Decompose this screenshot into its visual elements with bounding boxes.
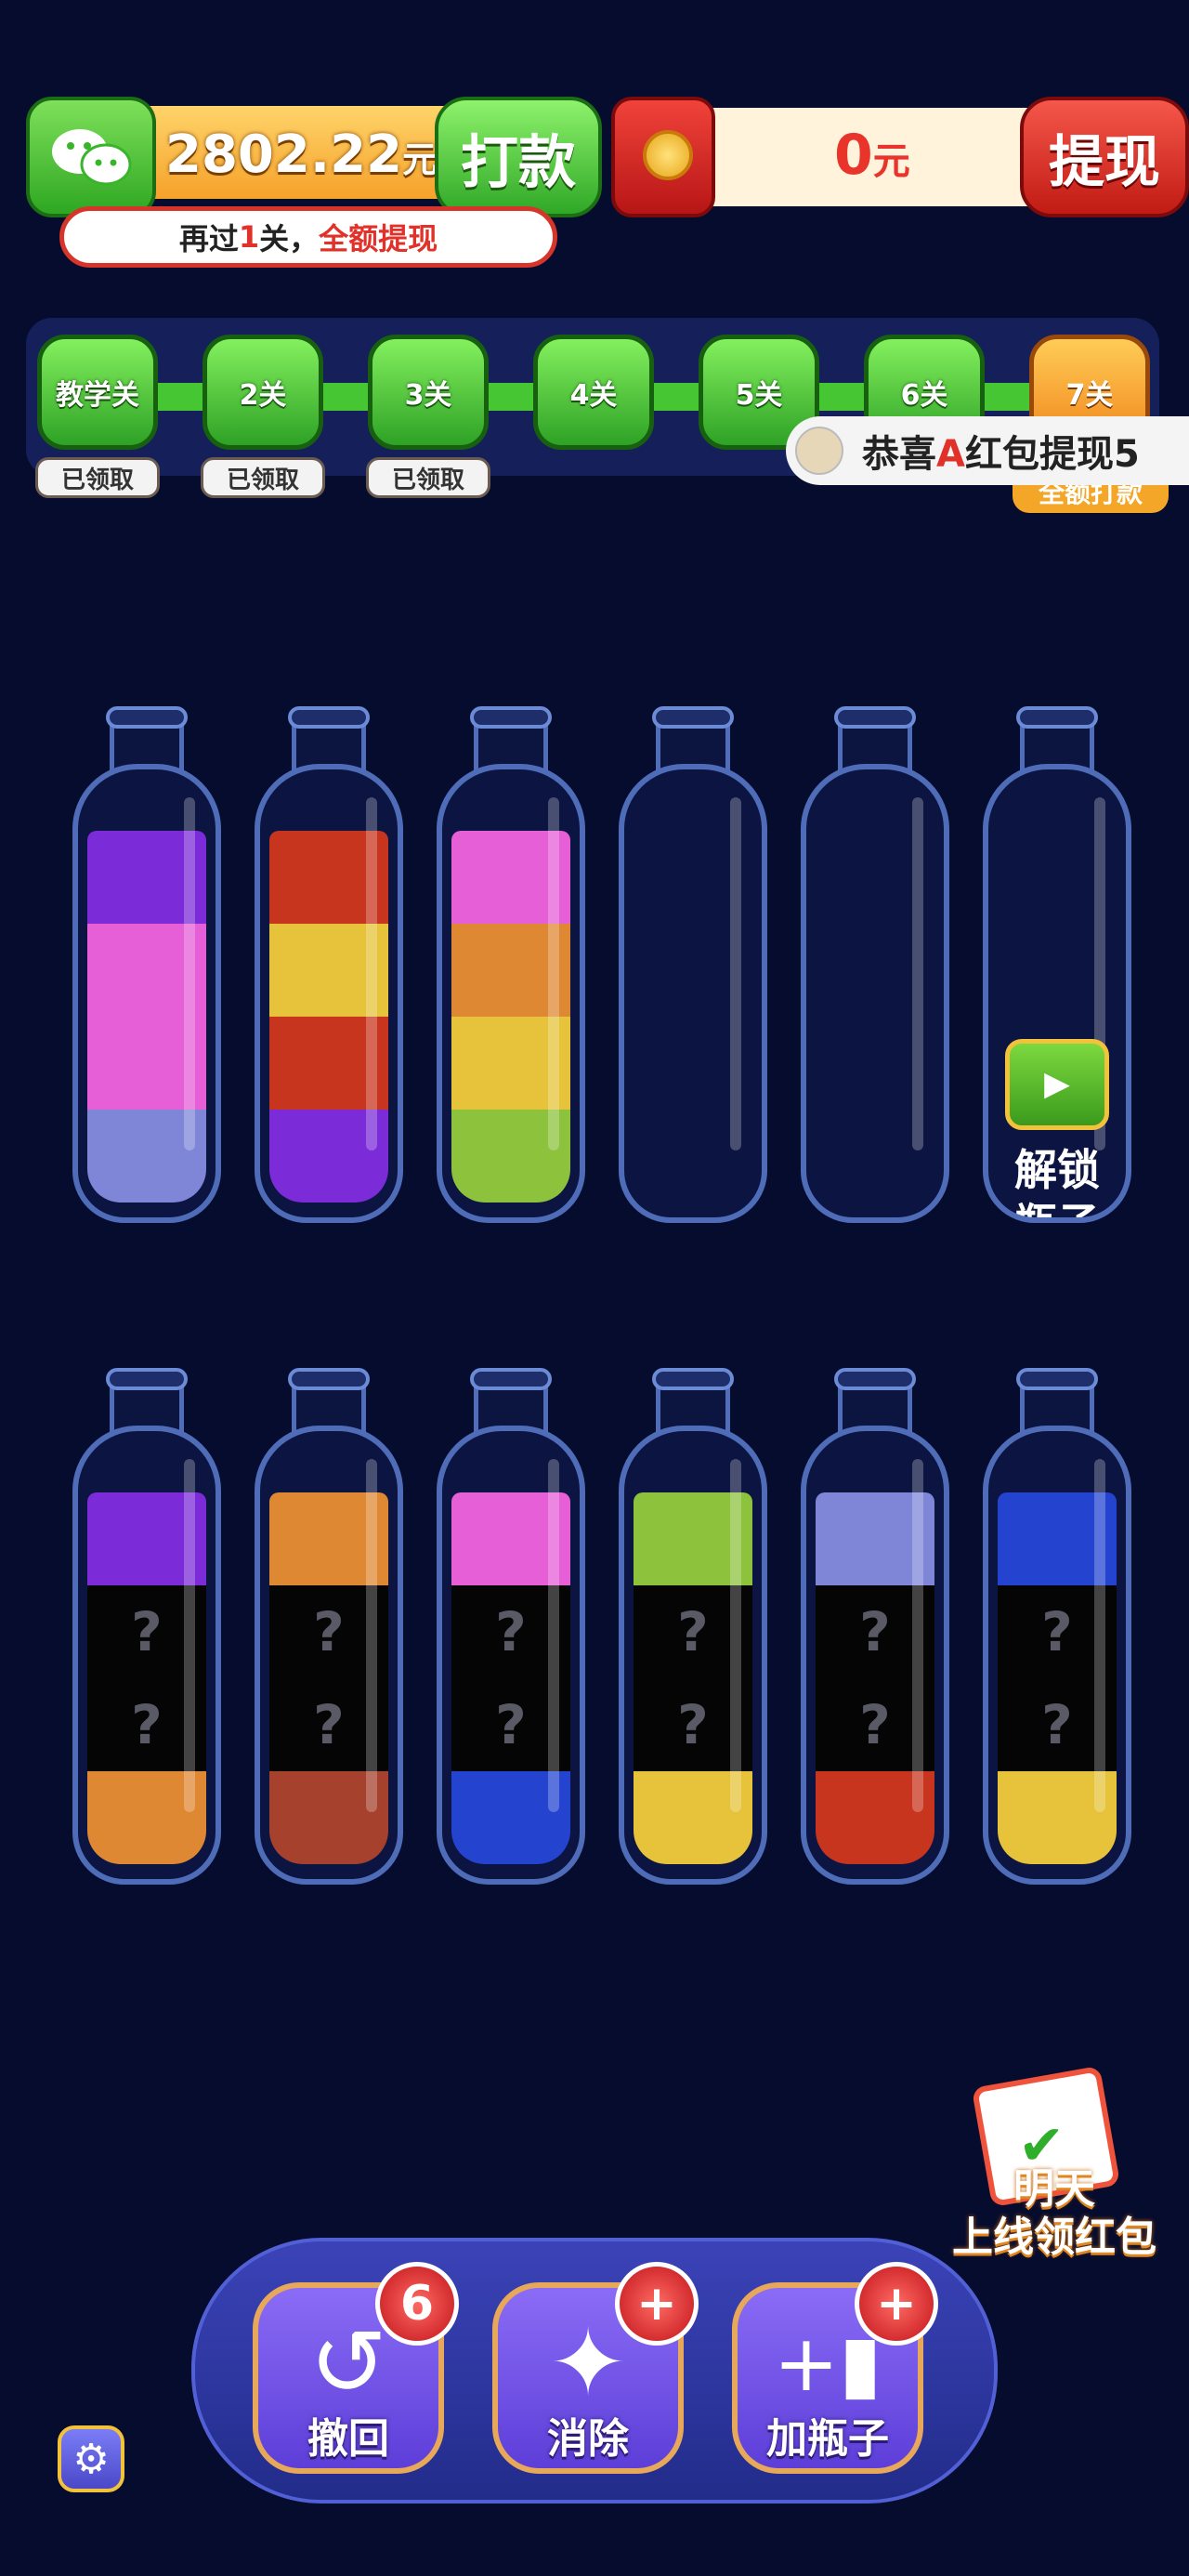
bottle[interactable] bbox=[72, 706, 221, 1227]
avatar bbox=[795, 427, 843, 475]
bottle[interactable]: ▶解锁瓶子 bbox=[983, 706, 1131, 1227]
bottle[interactable]: ?? bbox=[983, 1368, 1131, 1888]
wallet-panel: 2802.22元 打款 bbox=[26, 97, 602, 217]
settings-gear-icon[interactable]: ⚙ bbox=[58, 2425, 124, 2492]
bottle[interactable]: ?? bbox=[437, 1368, 585, 1888]
bottle[interactable] bbox=[801, 706, 949, 1227]
toast-text: 恭喜A红包提现5 bbox=[862, 433, 1140, 476]
pay-button[interactable]: 打款 bbox=[435, 97, 602, 217]
undo-count-badge: 6 bbox=[375, 2262, 459, 2346]
level-node-tutorial[interactable]: 教学关 bbox=[37, 335, 158, 450]
clear-add-badge[interactable]: + bbox=[615, 2262, 699, 2346]
redpacket-amount: 0元 bbox=[834, 123, 910, 188]
wechat-icon bbox=[26, 97, 156, 217]
bottle[interactable] bbox=[255, 706, 403, 1227]
bottle[interactable]: ?? bbox=[72, 1368, 221, 1888]
level-node-3[interactable]: 3关 bbox=[368, 335, 489, 450]
withdraw-hint: 再过 1 关， 全额提现 bbox=[59, 206, 557, 268]
level-node-4[interactable]: 4关 bbox=[533, 335, 654, 450]
withdraw-button[interactable]: 提现 bbox=[1020, 97, 1189, 217]
bottle[interactable] bbox=[619, 706, 767, 1227]
unlock-bottle-prompt[interactable]: ▶解锁瓶子 bbox=[988, 1039, 1126, 1217]
bottle[interactable]: ?? bbox=[801, 1368, 949, 1888]
bottle[interactable]: ?? bbox=[619, 1368, 767, 1888]
notification-toast: 恭喜A红包提现5 bbox=[786, 416, 1189, 485]
bottle[interactable]: ?? bbox=[255, 1368, 403, 1888]
add-bottle-badge[interactable]: + bbox=[855, 2262, 938, 2346]
daily-reward-label[interactable]: 明天 上线领红包 bbox=[929, 2165, 1180, 2262]
bottle[interactable] bbox=[437, 706, 585, 1227]
redpacket-panel: 0元 提现 bbox=[611, 97, 1189, 217]
claimed-tag: 已领取 bbox=[366, 457, 490, 498]
video-ad-icon: ▶ bbox=[1005, 1039, 1109, 1130]
claimed-tag: 已领取 bbox=[201, 457, 325, 498]
red-envelope-icon bbox=[611, 97, 715, 217]
wallet-amount: 2802.22元 bbox=[165, 125, 438, 185]
claimed-tag: 已领取 bbox=[35, 457, 160, 498]
level-node-2[interactable]: 2关 bbox=[203, 335, 323, 450]
